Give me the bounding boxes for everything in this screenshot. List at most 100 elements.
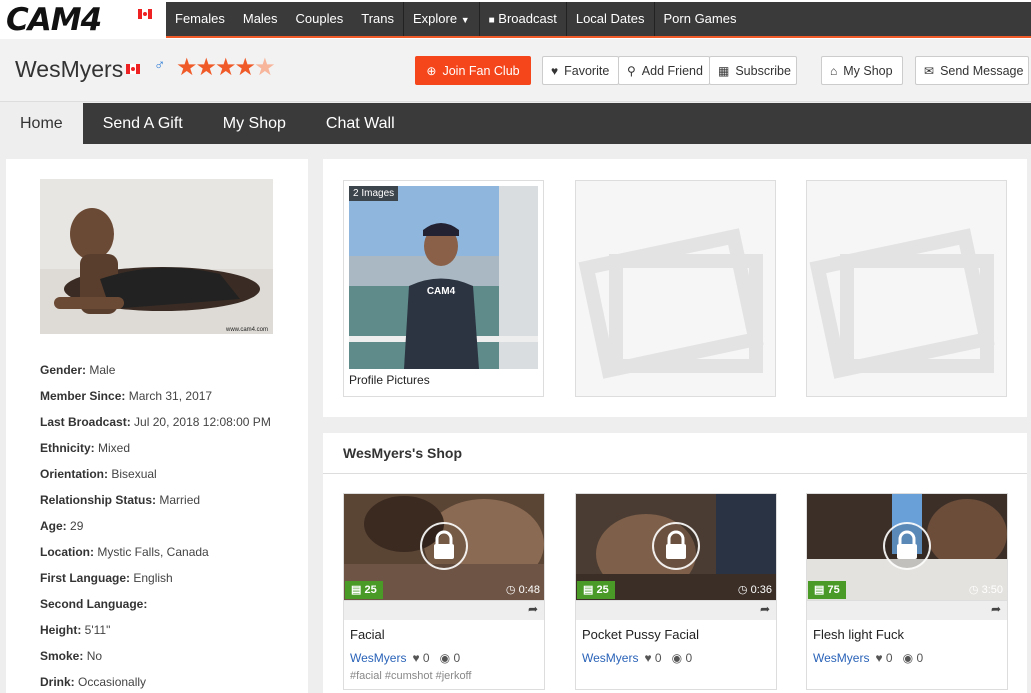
detail-first-language: First Language: English	[40, 565, 271, 591]
detail-value: Bisexual	[111, 467, 156, 481]
price-value: 75	[827, 584, 839, 596]
price-value: 25	[364, 584, 376, 596]
nav-porn-games[interactable]: Porn Games	[654, 2, 746, 36]
nav-couples[interactable]: Couples	[287, 2, 353, 36]
svg-text:CAM4: CAM4	[427, 286, 456, 297]
detail-relationship: Relationship Status: Married	[40, 487, 271, 513]
detail-label: Second Language:	[40, 597, 147, 611]
favorite-button[interactable]: ♥Favorite	[542, 56, 619, 85]
nav-explore-label: Explore	[413, 11, 457, 26]
shop-item-card[interactable]: ▤ 25 ◷ 0:36 ➦ Pocket Pussy Facial WesMye…	[575, 493, 777, 690]
album-caption: Profile Pictures	[349, 373, 430, 387]
male-icon: ♂	[154, 57, 165, 74]
detail-value: Married	[159, 493, 200, 507]
nav-broadcast-label: Broadcast	[498, 11, 557, 26]
plus-circle-icon: ⊕	[426, 64, 436, 78]
nav-explore[interactable]: Explore ▼	[403, 2, 479, 36]
eye-icon: ◉	[440, 651, 450, 665]
profile-details: Gender: Male Member Since: March 31, 201…	[40, 357, 271, 693]
photo-watermark: www.cam4.com	[225, 327, 268, 333]
share-icon[interactable]: ➦	[991, 602, 1001, 616]
detail-last-broadcast: Last Broadcast: Jul 20, 2018 12:08:00 PM	[40, 409, 271, 435]
my-shop-button[interactable]: ⌂My Shop	[821, 56, 903, 85]
detail-value: No	[87, 649, 102, 663]
duration-value: 0:36	[751, 584, 772, 596]
nav-males[interactable]: Males	[234, 2, 287, 36]
token-icon: ▤	[814, 584, 824, 596]
calendar-icon: ▦	[718, 64, 729, 78]
nav-trans[interactable]: Trans	[352, 2, 403, 36]
shop-item-meta: WesMyers♥ 0 ◉ 0	[582, 651, 692, 665]
detail-label: Member Since:	[40, 389, 125, 403]
share-icon[interactable]: ➦	[528, 602, 538, 616]
camera-icon: ■	[489, 15, 495, 26]
token-icon: ▤	[351, 584, 361, 596]
shop-item-title[interactable]: Pocket Pussy Facial	[582, 627, 699, 642]
detail-label: Ethnicity:	[40, 441, 95, 455]
detail-label: Relationship Status:	[40, 493, 156, 507]
tab-send-a-gift[interactable]: Send A Gift	[83, 103, 203, 144]
shop-item-thumbnail[interactable]: ▤ 25 ◷ 0:48	[344, 494, 545, 600]
album-cover-photo: CAM4	[349, 186, 538, 369]
top-bar: CAM4 Females Males Couples Trans Explore…	[0, 0, 1031, 39]
duration: ◷ 0:36	[738, 581, 772, 599]
detail-value: Jul 20, 2018 12:08:00 PM	[134, 415, 271, 429]
share-bar: ➦	[807, 600, 1008, 620]
profile-photo[interactable]: www.cam4.com	[40, 179, 273, 334]
detail-value: Mixed	[98, 441, 130, 455]
profile-tabs: Home Send A Gift My Shop Chat Wall	[0, 103, 1031, 144]
canada-flag-icon	[138, 9, 152, 19]
price-badge: ▤ 25	[345, 581, 383, 599]
shop-item-title[interactable]: Facial	[350, 627, 385, 642]
detail-value: 5'11"	[85, 623, 111, 637]
shop-item-thumbnail[interactable]: ▤ 25 ◷ 0:36	[576, 494, 777, 600]
shop-item-title[interactable]: Flesh light Fuck	[813, 627, 904, 642]
detail-member-since: Member Since: March 31, 2017	[40, 383, 271, 409]
detail-drink: Drink: Occasionally	[40, 669, 271, 693]
duration-value: 0:48	[519, 584, 540, 596]
shop-item-user-link[interactable]: WesMyers	[350, 651, 406, 665]
tab-my-shop[interactable]: My Shop	[203, 103, 306, 144]
detail-label: First Language:	[40, 571, 130, 585]
nav-females[interactable]: Females	[166, 2, 234, 36]
shop-item-card[interactable]: ▤ 75 ◷ 3:50 ➦ Flesh light Fuck WesMyers♥…	[806, 493, 1008, 690]
cam4-logo[interactable]: CAM4	[6, 4, 101, 36]
share-icon[interactable]: ➦	[760, 602, 770, 616]
divider	[323, 473, 1027, 474]
views-count: 0	[916, 651, 923, 665]
tab-chat-wall[interactable]: Chat Wall	[306, 103, 415, 144]
detail-orientation: Orientation: Bisexual	[40, 461, 271, 487]
shop-item-user-link[interactable]: WesMyers	[813, 651, 869, 665]
nav-local-dates[interactable]: Local Dates	[566, 2, 654, 36]
detail-label: Age:	[40, 519, 67, 533]
duration-value: 3:50	[982, 584, 1003, 596]
detail-age: Age: 29	[40, 513, 271, 539]
detail-label: Orientation:	[40, 467, 108, 481]
tab-home[interactable]: Home	[0, 103, 83, 144]
shop-item-meta: WesMyers♥ 0 ◉ 0	[350, 651, 460, 665]
shop-item-user-link[interactable]: WesMyers	[582, 651, 638, 665]
share-bar: ➦	[344, 600, 545, 620]
price-value: 25	[596, 584, 608, 596]
nav-broadcast[interactable]: ■ Broadcast	[479, 2, 566, 36]
empty-album-slot	[806, 180, 1007, 397]
detail-height: Height: 5'11"	[40, 617, 271, 643]
heart-icon: ♥	[412, 651, 419, 665]
add-friend-button[interactable]: ⚲Add Friend	[618, 56, 710, 85]
clock-icon: ◷	[969, 584, 979, 596]
eye-icon: ◉	[903, 651, 913, 665]
shop-item-thumbnail[interactable]: ▤ 75 ◷ 3:50	[807, 494, 1008, 600]
album-profile-pictures[interactable]: CAM4 2 Images Profile Pictures	[343, 180, 544, 397]
detail-location: Location: Mystic Falls, Canada	[40, 539, 271, 565]
likes-count: 0	[423, 651, 430, 665]
shop-item-card[interactable]: ▤ 25 ◷ 0:48 ➦ Facial WesMyers♥ 0 ◉ 0 #fa…	[343, 493, 545, 690]
send-message-button[interactable]: ✉Send Message	[915, 56, 1029, 85]
duration: ◷ 3:50	[969, 581, 1003, 599]
subscribe-button[interactable]: ▦Subscribe	[709, 56, 797, 85]
eye-icon: ◉	[672, 651, 682, 665]
join-fan-club-button[interactable]: ⊕ Join Fan Club	[415, 56, 531, 85]
detail-value: English	[133, 571, 172, 585]
user-plus-icon: ⚲	[627, 64, 636, 78]
detail-value: March 31, 2017	[129, 389, 212, 403]
join-fan-club-label: Join Fan Club	[442, 64, 519, 78]
